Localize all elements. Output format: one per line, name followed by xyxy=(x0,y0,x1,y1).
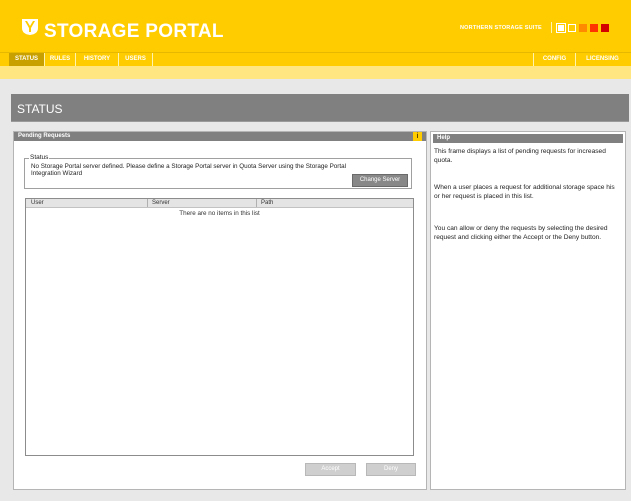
color-swatch-red[interactable] xyxy=(590,24,598,32)
column-divider[interactable] xyxy=(147,199,148,207)
list-header: User Server Path xyxy=(26,199,413,208)
tab-config[interactable]: CONFIG xyxy=(533,53,575,66)
suite-divider xyxy=(551,22,552,33)
tab-licensing[interactable]: LICENSING xyxy=(575,53,629,66)
tab-history[interactable]: HISTORY xyxy=(76,53,119,66)
sub-nav-bar xyxy=(0,66,631,79)
empty-list-message: There are no items in this list xyxy=(179,210,260,217)
help-paragraph: This frame displays a list of pending re… xyxy=(434,148,606,164)
tab-users[interactable]: USERS xyxy=(119,53,153,66)
column-server[interactable]: Server xyxy=(149,199,256,207)
pending-requests-header: Pending Requests xyxy=(14,132,426,141)
status-message: No Storage Portal server defined. Please… xyxy=(31,163,347,177)
column-divider[interactable] xyxy=(256,199,257,207)
suite-name: NORTHERN STORAGE SUITE xyxy=(460,25,542,31)
shield-logo-icon xyxy=(22,19,38,35)
page-banner: STATUS xyxy=(11,94,629,122)
app-title: STORAGE PORTAL xyxy=(44,21,224,42)
status-legend: Status xyxy=(29,154,50,161)
color-swatch-yellow[interactable] xyxy=(568,24,576,32)
tab-status[interactable]: STATUS xyxy=(9,53,45,66)
column-path[interactable]: Path xyxy=(258,199,408,207)
pending-requests-list[interactable]: User Server Path There are no items in t… xyxy=(25,198,414,456)
color-swatch-dark-red[interactable] xyxy=(601,24,609,32)
page-title: STATUS xyxy=(17,102,63,116)
help-header: Help xyxy=(433,134,623,143)
change-server-button[interactable]: Change Server xyxy=(352,174,408,187)
help-paragraph: You can allow or deny the requests by se… xyxy=(434,225,608,241)
main-nav: STATUS RULES HISTORY USERS CONFIG LICENS… xyxy=(0,52,631,66)
column-user[interactable]: User xyxy=(28,199,146,207)
info-icon[interactable]: i xyxy=(413,132,422,141)
tab-rules[interactable]: RULES xyxy=(45,53,76,66)
app-header: STORAGE PORTAL NORTHERN STORAGE SUITE xyxy=(0,0,631,52)
color-swatch-orange[interactable] xyxy=(579,24,587,32)
color-swatch-white[interactable] xyxy=(556,23,566,33)
deny-button[interactable]: Deny xyxy=(366,463,416,476)
help-paragraph: When a user places a request for additio… xyxy=(434,184,615,200)
accept-button[interactable]: Accept xyxy=(305,463,356,476)
